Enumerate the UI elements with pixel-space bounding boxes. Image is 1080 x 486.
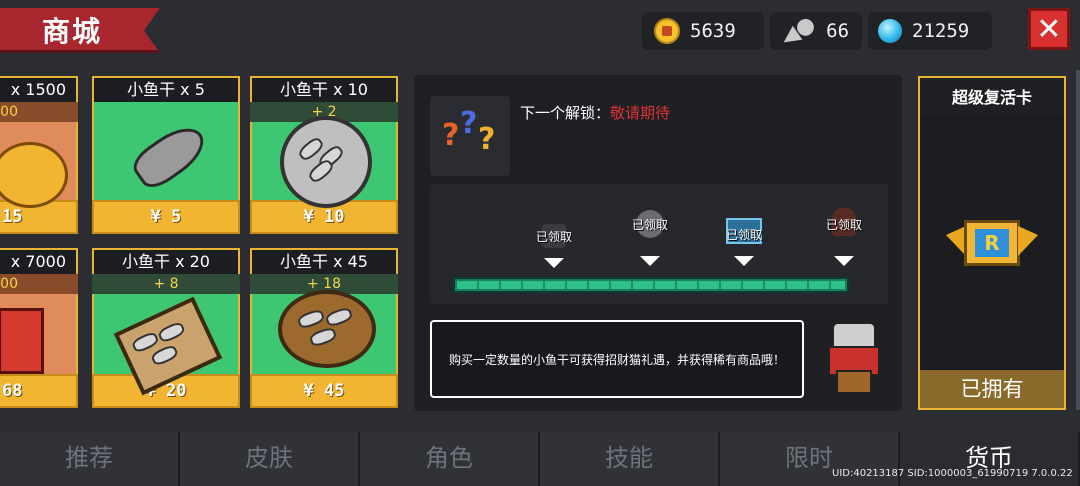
shop-title: 商城 — [42, 15, 103, 48]
reward-marker-icon — [640, 256, 660, 266]
reward-node-1: 已领取 — [536, 220, 572, 268]
reward-marker-icon — [834, 256, 854, 266]
fish-basket-icon — [278, 290, 376, 368]
tab-characters[interactable]: 角色 — [360, 432, 540, 486]
dried-fish-icon: ◀● — [776, 10, 821, 52]
item-title: x 1500 — [0, 76, 78, 102]
claimed-label: 已领取 — [825, 218, 862, 232]
next-unlock-text: 下一个解锁：敬请期待 — [520, 102, 670, 123]
item-art — [250, 290, 398, 374]
owned-status: 已拥有 — [920, 370, 1064, 408]
claimed-label: 已领取 — [725, 228, 762, 242]
dried-fish-value: 66 — [826, 20, 850, 42]
gem-counter: 21259 — [868, 12, 992, 50]
tab-recommended[interactable]: 推荐 — [0, 432, 180, 486]
item-title: 小鱼干 x 5 — [92, 76, 240, 102]
item-bonus: 200 — [0, 102, 78, 122]
item-title: 小鱼干 x 20 — [92, 248, 240, 274]
mystery-reward-icon: ? ? ? — [430, 96, 510, 176]
item-art — [92, 294, 240, 396]
fish-pack-45[interactable]: 小鱼干 x 45 + 18 ¥ 45 — [250, 248, 398, 408]
tab-skills[interactable]: 技能 — [540, 432, 720, 486]
item-bonus: 000 — [0, 274, 78, 294]
close-icon: ✕ — [1036, 11, 1062, 47]
item-bonus: + 8 — [92, 274, 240, 294]
dried-fish-counter: ◀● 66 — [770, 10, 862, 52]
item-art — [0, 122, 78, 208]
reward-node-2: 已领取 — [632, 208, 668, 266]
reward-marker-icon — [544, 258, 564, 268]
item-price: 68 — [0, 374, 78, 408]
fish-pack-20[interactable]: 小鱼干 x 20 + 8 ¥ 20 — [92, 248, 240, 408]
gold-coin-counter: 5639 — [642, 12, 764, 50]
uid-text: UID:40213187 SID:1000003_61990719 7.0.0.… — [832, 468, 1073, 479]
gold-coin-icon — [654, 18, 680, 44]
currency-pack-item[interactable]: x 7000 000 68 — [0, 248, 78, 408]
next-unlock-status: 敬请期待 — [610, 104, 671, 122]
reward-marker-icon — [734, 256, 754, 266]
item-title: 小鱼干 x 45 — [250, 248, 398, 274]
speech-text: 购买一定数量的小鱼干可获得招财猫礼遇，并获得稀有商品哦！ — [448, 352, 785, 367]
dried-fish-icon — [127, 117, 213, 195]
item-art — [250, 116, 398, 208]
reward-progress-bar — [453, 277, 849, 293]
item-price: ¥ 5 — [92, 200, 240, 234]
item-title: x 7000 — [0, 248, 78, 274]
lucky-cat-icon — [826, 320, 880, 394]
gem-value: 21259 — [912, 20, 970, 42]
gold-coin-value: 5639 — [690, 20, 736, 42]
item-art — [92, 102, 240, 200]
reward-node-3: 已领取 — [726, 218, 762, 266]
claimed-label: 已领取 — [631, 218, 668, 232]
fish-pack-5[interactable]: 小鱼干 x 5 ¥ 5 — [92, 76, 240, 234]
card-title: 超级复活卡 — [951, 88, 1032, 107]
close-button[interactable]: ✕ — [1028, 8, 1070, 50]
next-unlock-label: 下一个解锁： — [520, 104, 611, 122]
fish-plate-icon — [280, 116, 372, 208]
reward-node-4: 已领取 — [826, 208, 862, 266]
item-title: 小鱼干 x 10 — [250, 76, 398, 102]
tab-skins[interactable]: 皮肤 — [180, 432, 360, 486]
item-price: ¥ 45 — [250, 374, 398, 408]
currency-pack-item[interactable]: x 1500 200 15 — [0, 76, 78, 234]
treasure-box-icon — [0, 308, 44, 374]
item-art — [0, 294, 78, 374]
revive-card-letter: R — [975, 229, 1009, 257]
revive-card-icon: R — [946, 216, 1038, 270]
lucky-cat-speech-bubble: 购买一定数量的小鱼干可获得招财猫礼遇，并获得稀有商品哦！ — [430, 320, 804, 398]
gem-icon — [878, 19, 902, 43]
fish-pack-10[interactable]: 小鱼干 x 10 + 2 ¥ 10 — [250, 76, 398, 234]
progress-fill — [457, 281, 845, 289]
scrollbar[interactable] — [1076, 70, 1080, 410]
gold-pile-icon — [0, 142, 68, 208]
claimed-label: 已领取 — [535, 230, 572, 244]
